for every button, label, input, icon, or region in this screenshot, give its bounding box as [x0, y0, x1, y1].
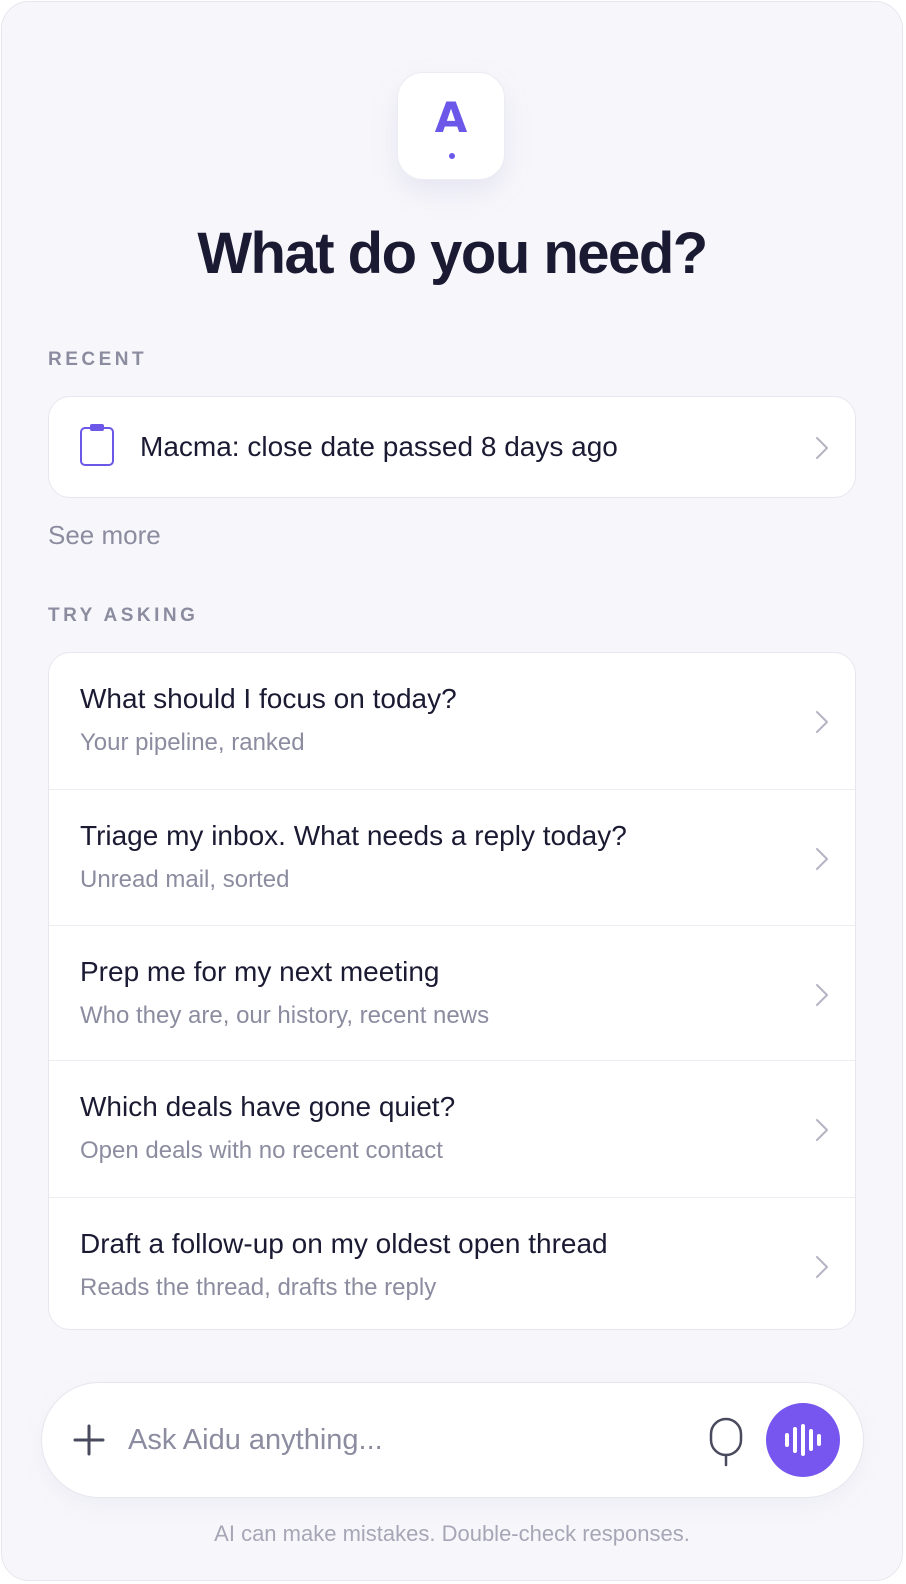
try-asking-section-label: TRY ASKING: [48, 605, 199, 626]
logo-dot: [449, 153, 455, 159]
clipboard-icon: [80, 424, 114, 466]
suggestion-item[interactable]: Prep me for my next meeting Who they are…: [49, 926, 855, 1061]
app-logo: A: [397, 72, 505, 180]
suggestion-item[interactable]: Triage my inbox. What needs a reply toda…: [49, 790, 855, 926]
recent-section-label: RECENT: [48, 349, 148, 370]
suggestion-title: Triage my inbox. What needs a reply toda…: [80, 820, 627, 851]
suggestion-title: Which deals have gone quiet?: [80, 1091, 456, 1122]
chevron-right-icon: [816, 984, 828, 1006]
suggestion-subtitle: Reads the thread, drafts the reply: [80, 1274, 437, 1301]
suggestion-title: What should I focus on today?: [80, 683, 457, 714]
chevron-right-icon: [816, 1256, 828, 1278]
microphone-icon[interactable]: [708, 1417, 744, 1467]
suggestion-subtitle: Who they are, our history, recent news: [80, 1002, 490, 1029]
page-title: What do you need?: [197, 221, 708, 286]
suggestion-item[interactable]: Which deals have gone quiet? Open deals …: [49, 1061, 855, 1198]
ask-input[interactable]: [128, 1417, 688, 1463]
voice-waveform-icon: [785, 1424, 821, 1456]
chevron-right-icon: [816, 1119, 828, 1141]
suggestion-subtitle: Open deals with no recent contact: [80, 1137, 443, 1164]
suggestion-list: What should I focus on today? Your pipel…: [48, 652, 856, 1330]
plus-icon[interactable]: [72, 1423, 106, 1457]
suggestion-title: Draft a follow-up on my oldest open thre…: [80, 1228, 608, 1259]
suggestion-title: Prep me for my next meeting: [80, 956, 440, 987]
suggestion-item[interactable]: Draft a follow-up on my oldest open thre…: [49, 1198, 855, 1329]
suggestion-item[interactable]: What should I focus on today? Your pipel…: [49, 653, 855, 790]
suggestion-subtitle: Unread mail, sorted: [80, 866, 290, 893]
voice-mode-button[interactable]: [766, 1403, 840, 1477]
chevron-right-icon: [816, 437, 828, 459]
see-more-link[interactable]: See more: [48, 520, 161, 551]
suggestion-subtitle: Your pipeline, ranked: [80, 729, 305, 756]
assistant-panel: A What do you need? RECENT Macma: close …: [1, 1, 903, 1581]
recent-item-text: Macma: close date passed 8 days ago: [140, 431, 618, 462]
logo-letter: A: [434, 93, 468, 142]
chevron-right-icon: [816, 711, 828, 733]
message-composer: [41, 1382, 864, 1498]
disclaimer-text: AI can make mistakes. Double-check respo…: [214, 1521, 690, 1546]
chevron-right-icon: [816, 848, 828, 870]
recent-item[interactable]: Macma: close date passed 8 days ago: [48, 396, 856, 498]
